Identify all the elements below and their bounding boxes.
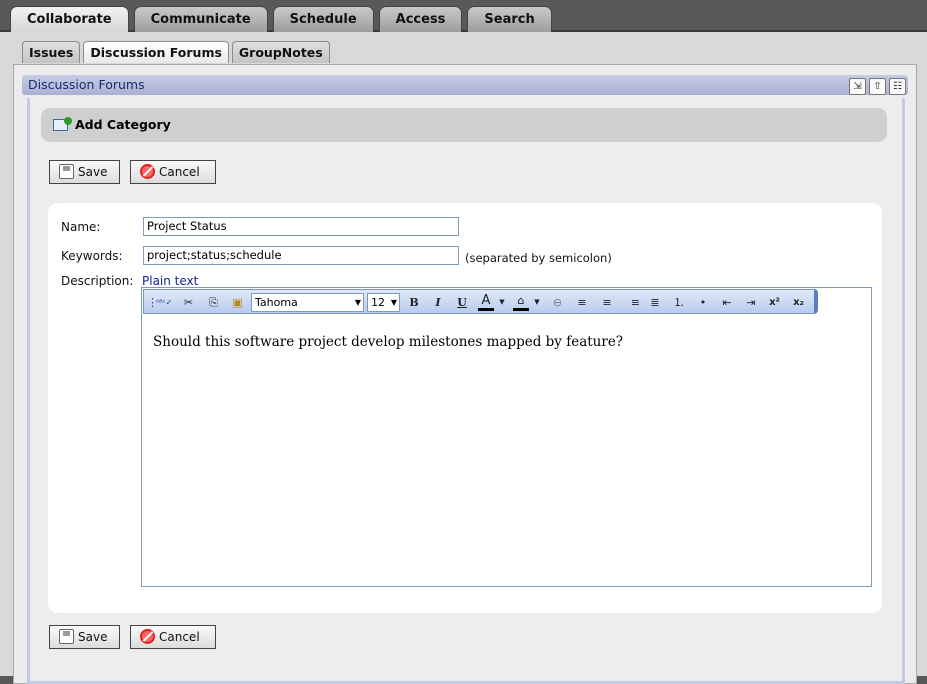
save-icon [59,629,74,644]
bullet-list-icon[interactable]: • [695,294,711,311]
export-icon[interactable]: ⇲ [849,78,866,95]
chevron-down-icon[interactable]: ▼ [533,294,541,311]
cancel-icon [140,164,155,179]
rich-text-editor[interactable]: ⋮ ᴬᴮᶜ✓ ✂ ⎘ ▣ Tahoma ▼ 12 ▼ B I U A ▼ ⌂ ▼ ⊖… [141,287,872,587]
cancel-button-top[interactable]: Cancel [130,160,216,184]
cancel-icon [140,629,155,644]
forum-panel: Discussion Forums ⇲ ⇧ ☷ Add Category Sav… [13,64,917,684]
cancel-label: Cancel [159,165,200,179]
add-category-title: Add Category [75,117,171,132]
panel-title: Discussion Forums [22,75,908,95]
indent-icon[interactable]: ⇥ [743,294,759,311]
superscript-icon[interactable]: x² [766,294,783,311]
chevron-down-icon[interactable]: ▼ [498,294,506,311]
add-category-icon [53,117,72,131]
bold-icon[interactable]: B [406,294,422,311]
top-bar: Collaborate Communicate Schedule Access … [0,0,927,32]
tab-search[interactable]: Search [467,6,552,32]
align-left-icon[interactable]: ≡ [574,294,590,311]
save-label: Save [78,165,108,179]
paste-icon[interactable]: ▣ [229,294,246,311]
highlight-color-icon[interactable]: ⌂ [513,294,529,311]
cancel-button-bottom[interactable]: Cancel [130,625,216,649]
tab-access[interactable]: Access [378,6,463,32]
category-form: Name: Project Status Keywords: project;s… [48,203,882,613]
save-button-top[interactable]: Save [49,160,120,184]
font-value: Tahoma [255,296,298,309]
size-select[interactable]: 12 ▼ [367,293,400,312]
cancel-label: Cancel [159,630,200,644]
align-right-icon[interactable]: ≡ [624,294,640,311]
content-band: Issues Discussion Forums GroupNotes Disc… [0,32,927,684]
chevron-down-icon: ▼ [390,298,397,307]
spellcheck-icon[interactable]: ᴬᴮᶜ✓ [154,294,174,311]
description-label: Description: [61,274,134,288]
name-label: Name: [61,220,101,234]
plain-text-link[interactable]: Plain text [142,274,198,288]
keywords-label: Keywords: [61,249,123,263]
link-icon[interactable]: ⊖ [549,294,566,311]
tab-communicate[interactable]: Communicate [133,6,268,32]
size-value: 12 [371,296,385,309]
tab-schedule[interactable]: Schedule [272,6,374,32]
tab-collaborate[interactable]: Collaborate [10,6,129,32]
subscript-icon[interactable]: x₂ [790,294,807,311]
options-icon[interactable]: ☷ [889,78,906,95]
ordered-list-icon[interactable]: ⒈ [671,294,687,311]
font-select[interactable]: Tahoma ▼ [251,293,364,312]
subtab-issues[interactable]: Issues [22,41,81,63]
subtab-groupnotes[interactable]: GroupNotes [231,41,330,63]
editor-toolbar: ⋮ ᴬᴮᶜ✓ ✂ ⎘ ▣ Tahoma ▼ 12 ▼ B I U A ▼ ⌂ ▼ ⊖… [143,289,818,314]
toolbar-grip: ⋮ [147,296,158,309]
subtab-discussion-forums[interactable]: Discussion Forums [83,41,229,63]
underline-icon[interactable]: U [454,294,470,311]
editor-content[interactable]: Should this software project develop mil… [153,334,853,350]
name-field[interactable]: Project Status [143,217,459,236]
justify-icon[interactable]: ≣ [647,294,663,311]
save-label: Save [78,630,108,644]
keywords-field[interactable]: project;status;schedule [143,246,459,265]
up-arrow-icon[interactable]: ⇧ [869,78,886,95]
panel-body: Add Category Save Cancel Name: Project S… [27,98,905,684]
align-center-icon[interactable]: ≡ [599,294,615,311]
cut-icon[interactable]: ✂ [180,294,197,311]
chevron-down-icon: ▼ [354,298,361,307]
copy-icon[interactable]: ⎘ [205,294,222,311]
add-category-header: Add Category [41,108,887,142]
italic-icon[interactable]: I [430,294,446,311]
save-icon [59,164,74,179]
outdent-icon[interactable]: ⇤ [719,294,735,311]
keywords-hint: (separated by semicolon) [465,251,612,265]
font-color-icon[interactable]: A [478,294,494,311]
save-button-bottom[interactable]: Save [49,625,120,649]
